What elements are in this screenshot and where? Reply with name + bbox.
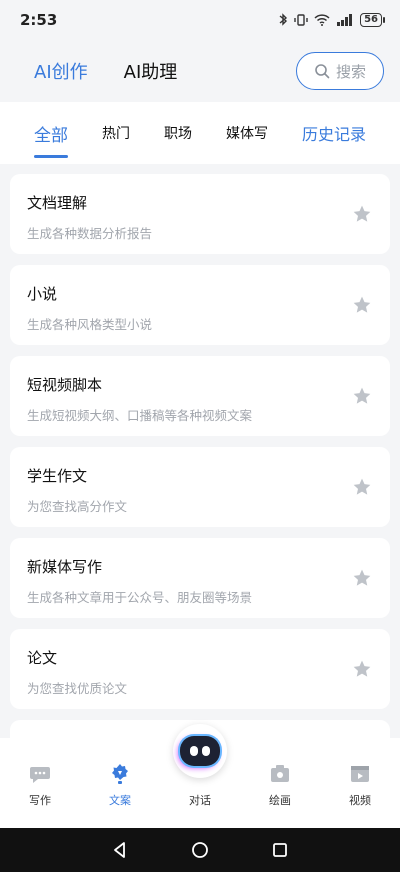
robot-chat-button[interactable]: [173, 724, 227, 778]
star-icon[interactable]: [352, 659, 372, 679]
card-title: 新媒体写作: [27, 558, 103, 576]
card-desc: 生成短视频大纲、口播稿等各种视频文案: [27, 408, 253, 423]
category-workplace[interactable]: 职场: [164, 102, 192, 164]
wifi-icon: [314, 14, 330, 26]
tab-drawing[interactable]: 绘画: [260, 762, 300, 828]
card-title: 学生作文: [27, 467, 88, 485]
tab-label: 对话: [189, 794, 211, 807]
tab-writing[interactable]: 写作: [20, 762, 60, 828]
bluetooth-icon: [279, 13, 288, 26]
home-icon[interactable]: [190, 840, 210, 860]
video-icon: [351, 766, 369, 782]
vibrate-icon: [294, 14, 308, 26]
list-item[interactable]: 小说 生成各种风格类型小说: [10, 265, 390, 345]
tab-label: 写作: [29, 794, 51, 807]
tab-ai-create[interactable]: AI创作: [34, 58, 88, 84]
status-time: 2:53: [20, 11, 58, 29]
tab-label: 绘画: [269, 794, 291, 807]
card-title: 文档理解: [27, 194, 88, 212]
history-link[interactable]: 历史记录: [289, 102, 366, 164]
list-item[interactable]: 文档理解 生成各种数据分析报告: [10, 174, 390, 254]
category-all[interactable]: 全部: [34, 102, 68, 164]
status-bar: 2:53 56: [0, 0, 400, 40]
category-hot[interactable]: 热门: [102, 102, 130, 164]
tab-label: 文案: [109, 794, 131, 807]
chat-bubble-icon: [30, 767, 50, 783]
card-title: 短视频脚本: [27, 376, 103, 394]
star-icon[interactable]: [352, 568, 372, 588]
star-icon[interactable]: [352, 386, 372, 406]
robot-eye: [202, 746, 210, 756]
back-icon[interactable]: [110, 840, 130, 860]
list-item[interactable]: 新媒体写作 生成各种文章用于公众号、朋友圈等场景: [10, 538, 390, 618]
search-icon: [315, 64, 330, 79]
template-list: 文档理解 生成各种数据分析报告 小说 生成各种风格类型小说 短视频脚本 生成短视…: [10, 174, 390, 751]
card-desc: 生成各种风格类型小说: [27, 317, 153, 332]
category-media-writing[interactable]: 媒体写: [226, 102, 272, 164]
search-button[interactable]: 搜索: [296, 52, 384, 90]
lightbulb-icon: [112, 764, 128, 784]
list-item[interactable]: 学生作文 为您查找高分作文: [10, 447, 390, 527]
category-bar: 全部 热门 职场 媒体写 历史记录: [0, 102, 400, 164]
star-icon[interactable]: [352, 295, 372, 315]
recents-icon[interactable]: [270, 840, 290, 860]
tab-copywriting[interactable]: 文案: [100, 762, 140, 828]
card-desc: 生成各种文章用于公众号、朋友圈等场景: [27, 590, 253, 605]
card-desc: 为您查找优质论文: [27, 681, 128, 696]
card-desc: 为您查找高分作文: [27, 499, 128, 514]
battery-indicator: 56: [360, 13, 385, 27]
card-title: 论文: [27, 649, 58, 667]
card-desc: 生成各种数据分析报告: [27, 226, 153, 241]
tab-ai-assistant[interactable]: AI助理: [124, 58, 178, 84]
tab-label: 视频: [349, 794, 371, 807]
star-icon[interactable]: [352, 204, 372, 224]
signal-icon: [337, 14, 353, 26]
tab-video[interactable]: 视频: [340, 762, 380, 828]
star-icon[interactable]: [352, 477, 372, 497]
search-placeholder: 搜索: [335, 62, 366, 81]
system-nav-bar: [0, 828, 400, 872]
card-title: 小说: [27, 285, 58, 303]
list-item[interactable]: 论文 为您查找优质论文: [10, 629, 390, 709]
header: AI创作 AI助理 搜索: [0, 40, 400, 102]
robot-eye: [190, 746, 198, 756]
list-item[interactable]: 短视频脚本 生成短视频大纲、口播稿等各种视频文案: [10, 356, 390, 436]
palette-icon: [271, 765, 289, 782]
robot-icon: [180, 736, 220, 766]
status-icons: 56: [278, 13, 385, 27]
